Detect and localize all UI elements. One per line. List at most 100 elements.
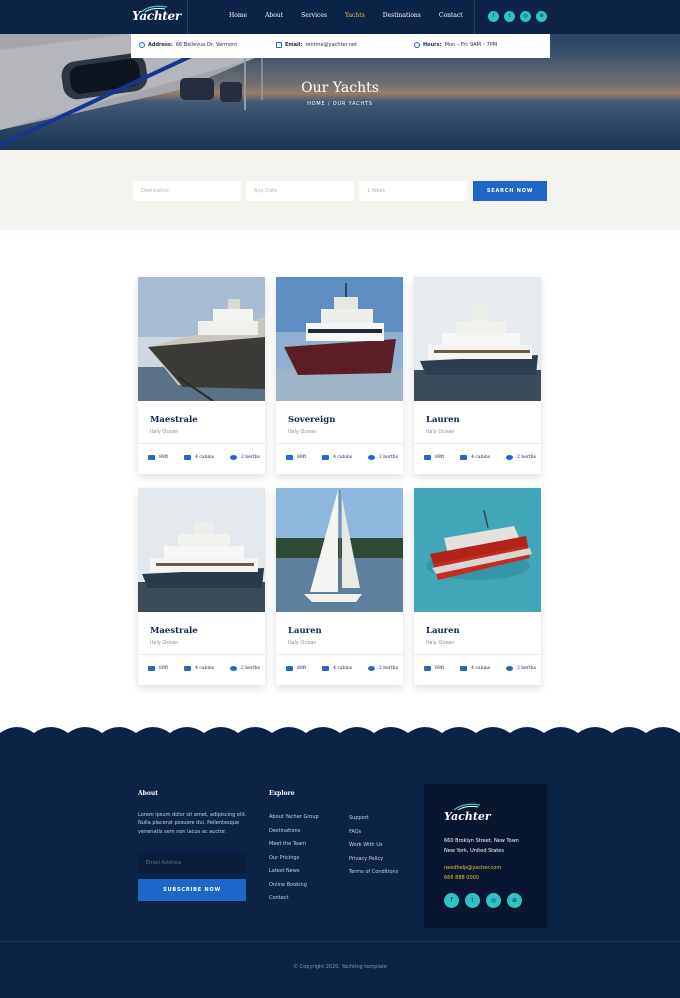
- spec-cabins: 4 cabins: [460, 455, 490, 460]
- users-icon: [367, 455, 375, 460]
- yacht-location: Italy Ocean: [426, 640, 455, 646]
- search-button[interactable]: SEARCH NOW: [473, 181, 547, 201]
- twitter-icon[interactable]: t: [465, 893, 480, 908]
- dribbble-icon[interactable]: ⊕: [536, 11, 547, 22]
- nav-item-yachts[interactable]: Yachts: [345, 12, 365, 19]
- berths-value: 2 berths: [378, 666, 398, 671]
- yacht-image[interactable]: [276, 277, 403, 401]
- envelope-icon: [276, 42, 282, 48]
- cabins-value: 4 cabins: [333, 455, 353, 460]
- yacht-image[interactable]: [138, 488, 265, 612]
- footer-link[interactable]: Terms of Conditions: [349, 869, 398, 883]
- yacht-location: Italy Ocean: [150, 429, 179, 435]
- info-email: Email: rentme@yachter.net: [276, 42, 357, 48]
- card-divider: [276, 443, 403, 444]
- yacht-specs: 89ft 4 cabins 2 berths: [148, 455, 260, 460]
- info-address: Address: 66 Bellevue Dr, Vermont: [139, 42, 237, 48]
- page-title: Our Yachts: [301, 80, 379, 96]
- twitter-icon[interactable]: t: [504, 11, 515, 22]
- spec-length: 89ft: [424, 455, 444, 460]
- yacht-name[interactable]: Maestrale: [150, 415, 198, 425]
- length-value: 89ft: [435, 455, 445, 460]
- yacht-name[interactable]: Maestrale: [150, 626, 198, 636]
- footer-link[interactable]: Support: [349, 815, 398, 829]
- footer-brand-logo[interactable]: Yachter: [444, 810, 491, 823]
- footer-link[interactable]: Destinations: [269, 828, 319, 842]
- cabins-value: 4 cabins: [195, 455, 215, 460]
- brand-logo[interactable]: Yachter: [132, 9, 181, 23]
- yacht-name[interactable]: Lauren: [288, 626, 322, 636]
- yacht-specs: 89ft 4 cabins 2 berths: [424, 666, 536, 671]
- email-value[interactable]: rentme@yachter.net: [305, 42, 356, 48]
- yacht-image[interactable]: [414, 277, 541, 401]
- spec-berths: 2 berths: [505, 455, 536, 460]
- subscribe-button[interactable]: SUBSCRIBE NOW: [138, 879, 246, 901]
- destination-input[interactable]: Destination: [133, 181, 241, 201]
- yacht-image[interactable]: [276, 488, 403, 612]
- date-input[interactable]: Any Date: [246, 181, 354, 201]
- address-label: Address:: [148, 42, 173, 48]
- ruler-icon: [286, 455, 293, 460]
- yacht-card[interactable]: Sovereign Italy Ocean 89ft 4 cabins 2 berths: [276, 277, 403, 474]
- header-social-links: f t ◎ ⊕: [488, 11, 547, 22]
- yacht-card[interactable]: Lauren Italy Ocean 89ft 4 cabins 2 berths: [276, 488, 403, 685]
- footer-link[interactable]: Latest News: [269, 868, 319, 882]
- facebook-icon[interactable]: f: [488, 11, 499, 22]
- search-section: Destination Any Date 1 Week SEARCH NOW: [0, 150, 680, 230]
- bed-icon: [322, 455, 330, 460]
- yacht-location: Italy Ocean: [288, 429, 317, 435]
- nav-item-services[interactable]: Services: [301, 12, 327, 19]
- contact-phone[interactable]: 666 888 0000: [444, 875, 479, 881]
- yacht-name[interactable]: Sovereign: [288, 415, 335, 425]
- footer-link[interactable]: Privacy Policy: [349, 856, 398, 870]
- nav-item-destinations[interactable]: Destinations: [383, 12, 421, 19]
- dribbble-icon[interactable]: ⊕: [507, 893, 522, 908]
- berths-value: 2 berths: [240, 666, 260, 671]
- nav-item-about[interactable]: About: [265, 12, 283, 19]
- length-value: 89ft: [297, 455, 307, 460]
- cabins-value: 4 cabins: [471, 455, 491, 460]
- spec-cabins: 4 cabins: [184, 666, 214, 671]
- footer-link[interactable]: Contact: [269, 895, 319, 909]
- duration-input[interactable]: 1 Week: [359, 181, 467, 201]
- hours-label: Hours:: [423, 42, 442, 48]
- spec-cabins: 4 cabins: [460, 666, 490, 671]
- breadcrumb[interactable]: HOME / OUR YACHTS: [0, 101, 680, 107]
- footer-link[interactable]: Online Booking: [269, 882, 319, 896]
- nav-item-contact[interactable]: Contact: [439, 12, 463, 19]
- contact-email[interactable]: needhelp@yacher.com: [444, 865, 501, 871]
- footer-link[interactable]: Meet the Team: [269, 841, 319, 855]
- location-pin-icon: [139, 42, 145, 48]
- yacht-card[interactable]: Lauren Italy Ocean 89ft 4 cabins 2 berths: [414, 488, 541, 685]
- yacht-card[interactable]: Maestrale Italy Ocean 89ft 4 cabins 2 berths: [138, 277, 265, 474]
- yacht-image[interactable]: [414, 488, 541, 612]
- cabins-value: 4 cabins: [471, 666, 491, 671]
- ruler-icon: [286, 666, 293, 671]
- contact-address-line1: 660 Broklyn Street, New Town: [444, 838, 519, 844]
- newsletter-email-input[interactable]: Email Address: [138, 853, 246, 873]
- nav-item-home[interactable]: Home: [229, 12, 247, 19]
- length-value: 89ft: [159, 666, 169, 671]
- spec-length: 89ft: [286, 455, 306, 460]
- copyright-text: © Copyright 2020. Yachting template: [293, 964, 387, 970]
- instagram-icon[interactable]: ◎: [520, 11, 531, 22]
- instagram-icon[interactable]: ◎: [486, 893, 501, 908]
- top-navbar: Yachter Home About Services Yachts Destinati…: [0, 0, 680, 34]
- yacht-name[interactable]: Lauren: [426, 415, 460, 425]
- bed-icon: [184, 455, 192, 460]
- yacht-card[interactable]: Lauren Italy Ocean 89ft 4 cabins 2 berths: [414, 277, 541, 474]
- contact-address-line2: New York, United States: [444, 848, 504, 854]
- cabins-value: 4 cabins: [195, 666, 215, 671]
- yacht-name[interactable]: Lauren: [426, 626, 460, 636]
- footer-link[interactable]: FAQs: [349, 829, 398, 843]
- yacht-image[interactable]: [138, 277, 265, 401]
- length-value: 89ft: [297, 666, 307, 671]
- footer-link[interactable]: About Yacher Group: [269, 814, 319, 828]
- yacht-card[interactable]: Maestrale Italy Ocean 89ft 4 cabins 2 berths: [138, 488, 265, 685]
- footer-link[interactable]: Work With Us: [349, 842, 398, 856]
- footer-link[interactable]: Our Pricings: [269, 855, 319, 869]
- berths-value: 2 berths: [378, 455, 398, 460]
- yacht-location: Italy Ocean: [150, 640, 179, 646]
- facebook-icon[interactable]: f: [444, 893, 459, 908]
- card-divider: [138, 654, 265, 655]
